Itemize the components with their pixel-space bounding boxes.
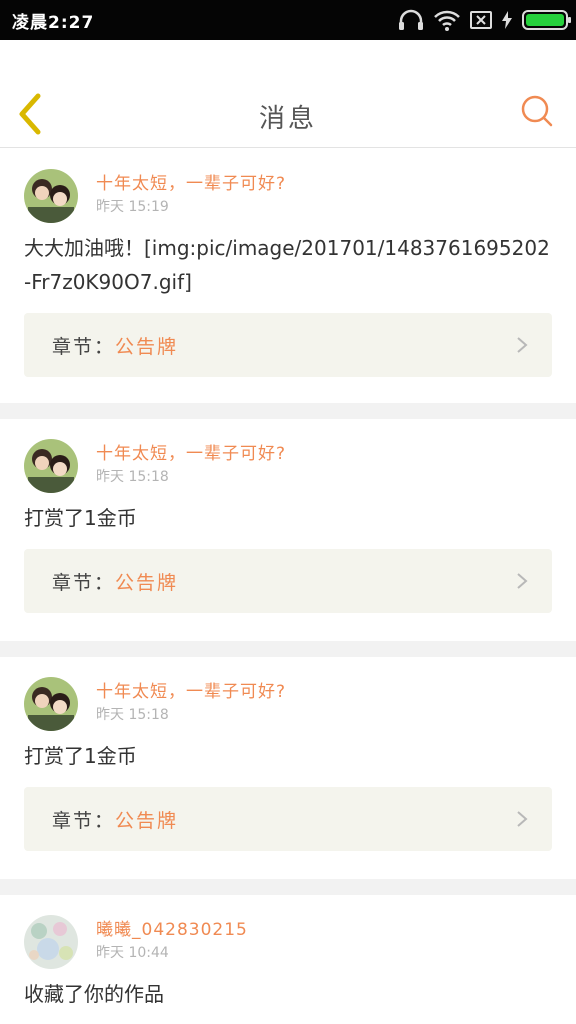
headphones-icon <box>399 9 423 30</box>
timestamp: 昨天 15:18 <box>96 707 169 723</box>
avatar[interactable] <box>24 915 78 969</box>
chapter-name: 公告牌 <box>115 335 179 358</box>
charging-icon <box>502 11 512 29</box>
username[interactable]: 十年太短，一辈子可好? <box>96 443 286 465</box>
battery-icon <box>522 10 571 30</box>
search-icon <box>521 95 553 127</box>
message-content: 打赏了1金币 <box>24 744 137 768</box>
page-title: 消息 <box>258 104 317 134</box>
timestamp: 昨天 15:19 <box>96 199 169 215</box>
username[interactable]: 曦曦_042830215 <box>96 919 248 941</box>
chapter-label: 章节： <box>52 809 116 832</box>
status-time: 凌晨2:27 <box>12 13 95 33</box>
chapter-label: 章节： <box>52 571 116 594</box>
chevron-right-icon <box>517 573 528 589</box>
chapter-name: 公告牌 <box>115 809 179 832</box>
chapter-name: 公告牌 <box>115 571 179 594</box>
chapter-label: 章节： <box>52 335 116 358</box>
username[interactable]: 十年太短，一辈子可好? <box>96 681 286 703</box>
separator <box>0 879 576 895</box>
message-item[interactable]: 十年太短，一辈子可好? 昨天 15:18 打赏了1金币 章节： 公告牌 <box>0 419 576 641</box>
avatar[interactable] <box>24 677 78 731</box>
message-item[interactable]: 曦曦_042830215 昨天 10:44 收藏了你的作品 <box>0 895 576 1024</box>
timestamp: 昨天 10:44 <box>96 945 169 961</box>
separator <box>0 403 576 419</box>
chapter-link[interactable]: 章节： 公告牌 <box>24 787 552 851</box>
no-sim-icon <box>470 11 492 29</box>
avatar[interactable] <box>24 439 78 493</box>
message-content: 收藏了你的作品 <box>24 982 164 1006</box>
chevron-right-icon <box>517 337 528 353</box>
username[interactable]: 十年太短，一辈子可好? <box>96 173 286 195</box>
chapter-link[interactable]: 章节： 公告牌 <box>24 313 552 377</box>
message-item[interactable]: 十年太短，一辈子可好? 昨天 15:19 大大加油哦！[img:pic/imag… <box>0 149 576 403</box>
chapter-link[interactable]: 章节： 公告牌 <box>24 549 552 613</box>
status-icons <box>398 8 571 32</box>
header: 消息 <box>0 40 576 148</box>
wifi-icon <box>434 10 460 31</box>
message-list[interactable]: 十年太短，一辈子可好? 昨天 15:19 大大加油哦！[img:pic/imag… <box>0 149 576 1024</box>
search-button[interactable] <box>520 94 554 128</box>
message-content: 打赏了1金币 <box>24 506 137 530</box>
timestamp: 昨天 15:18 <box>96 469 169 485</box>
status-bar: 凌晨2:27 <box>0 0 576 40</box>
chevron-right-icon <box>517 811 528 827</box>
message-content: 大大加油哦！[img:pic/image/201701/148376169520… <box>24 236 550 294</box>
separator <box>0 641 576 657</box>
message-item[interactable]: 十年太短，一辈子可好? 昨天 15:18 打赏了1金币 章节： 公告牌 <box>0 657 576 879</box>
battery-fill <box>526 14 564 26</box>
avatar[interactable] <box>24 169 78 223</box>
